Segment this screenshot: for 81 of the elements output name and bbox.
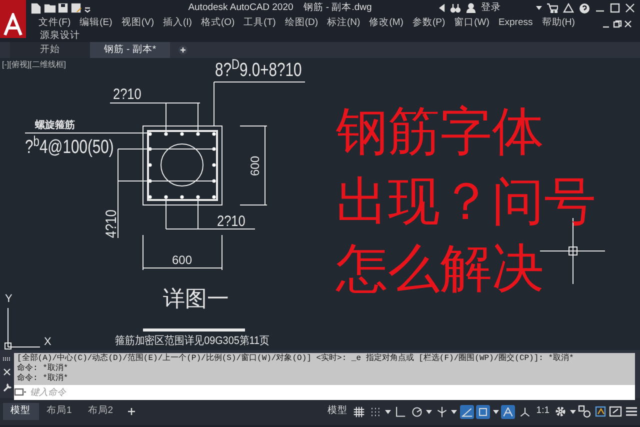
layout-tab[interactable]: 模型 [2, 403, 38, 420]
close-icon[interactable] [625, 3, 635, 13]
bar-note: 2?10 [217, 214, 246, 229]
annotation-icon[interactable] [501, 404, 516, 418]
menu-item[interactable]: 格式(O) [196, 16, 240, 29]
menu-item[interactable]: 文件(F) [34, 16, 76, 29]
menu-item[interactable]: 帮助(H) [537, 16, 580, 29]
menu-item[interactable]: 插入(I) [158, 16, 196, 29]
model-button[interactable]: 模型 [325, 404, 350, 419]
prompt-icon[interactable] [14, 388, 26, 396]
menu-item[interactable]: 绘图(D) [280, 16, 323, 29]
caret-icon[interactable] [536, 5, 542, 11]
caption-text: 怎么解决 [336, 243, 544, 295]
triangle-left-icon[interactable] [439, 4, 445, 12]
new-file-icon[interactable] [31, 2, 41, 14]
menu-item[interactable]: 编辑(E) [75, 16, 117, 29]
maximize-icon[interactable] [610, 3, 620, 13]
object-snap-icon[interactable] [476, 404, 490, 418]
binoculars-icon[interactable] [450, 3, 461, 13]
footnote-text: 箍筋加密区范围详见09G305第11页 [115, 336, 270, 347]
menu-item[interactable]: 源泉设计 [34, 29, 84, 42]
add-tab-icon[interactable] [127, 407, 136, 416]
file-title: 钢筋 - 副本.dwg [303, 0, 372, 15]
menu-item[interactable]: 修改(M) [364, 16, 408, 29]
grid-icon[interactable] [352, 404, 366, 418]
caret-icon[interactable] [384, 408, 391, 414]
command-history: [全部(A)/中心(C)/动态(D)/范围(E)/上一个(P)/比例(S)/窗口(W)/对象(O)] <实时>: _e 指定对角点或 [栏选(F)/圈围(WP)/圈交(CP)]: *取消* 命令: *取消* 命令: *取消* [14, 352, 635, 384]
gear-icon[interactable] [554, 405, 567, 418]
menu-item[interactable]: 标注(N) [322, 16, 365, 29]
caret-icon[interactable] [451, 408, 458, 414]
angle-icon[interactable] [393, 404, 408, 418]
isometric-icon[interactable] [434, 404, 449, 418]
menu-item[interactable]: 视图(V) [116, 16, 158, 29]
polar-icon[interactable] [410, 404, 424, 418]
dimension-text: 600 [249, 156, 261, 176]
user-icon[interactable] [466, 3, 476, 13]
folder-icon[interactable] [44, 2, 56, 12]
layout-tab[interactable]: 布局1 [38, 403, 80, 420]
angle-line-icon[interactable] [460, 404, 474, 418]
file-tab[interactable]: 开始 [10, 42, 90, 58]
save-as-icon[interactable] [70, 2, 82, 12]
shapes-icon[interactable] [578, 405, 591, 418]
menu-item[interactable]: 工具(T) [239, 16, 280, 29]
stirrup-spec: ?$^{b}$4@100(50) [25, 138, 114, 157]
fullscreen-icon[interactable] [609, 405, 622, 418]
menu-item[interactable]: 窗口(W) [450, 16, 494, 29]
axis-label: X [44, 337, 52, 348]
autocad-logo[interactable] [0, 0, 26, 38]
layout-tab[interactable]: 布局2 [80, 403, 122, 420]
app-title: Autodesk AutoCAD 2020 [188, 0, 294, 15]
ucs-icon [4, 308, 40, 350]
caret-icon[interactable] [426, 408, 432, 414]
menu-icon[interactable] [624, 405, 638, 418]
menu-item[interactable]: Express [494, 16, 538, 29]
save-icon[interactable] [58, 2, 68, 12]
dimension-text: 600 [172, 254, 192, 266]
help-icon[interactable] [579, 2, 590, 14]
bar-note: 2?10 [113, 87, 142, 102]
axis-label: Y [5, 294, 12, 305]
cart-icon[interactable] [547, 3, 558, 13]
bar-note: 4?10 [104, 210, 119, 238]
file-tab[interactable]: 钢筋 - 副本* [90, 42, 170, 58]
caret-icon[interactable] [570, 408, 576, 414]
sign-in-link[interactable]: 登录 [481, 0, 501, 16]
menu-item[interactable]: 参数(P) [408, 16, 450, 29]
close-icon[interactable] [624, 20, 632, 28]
wrench-icon[interactable] [2, 382, 12, 392]
viewport-label: [-][俯视][二维线框] [2, 61, 66, 69]
restore-icon[interactable] [612, 20, 622, 28]
detail-title: 详图一 [163, 288, 229, 310]
isolate-icon[interactable] [594, 405, 606, 418]
scale-button[interactable]: 1:1 [534, 404, 552, 419]
close-icon[interactable] [3, 368, 11, 376]
add-tab-icon[interactable] [178, 45, 188, 55]
caret-icon[interactable] [492, 408, 499, 414]
triangle-icon[interactable] [563, 3, 574, 13]
caption-text: 出现？问号 [336, 176, 596, 228]
caption-text: 钢筋字体 [336, 106, 544, 158]
rebar-spec: 8?$^{D}$9.0+8?10 [215, 61, 302, 80]
spiral-label: 螺旋箍筋 [35, 121, 75, 131]
grip-icon[interactable] [2, 356, 12, 360]
